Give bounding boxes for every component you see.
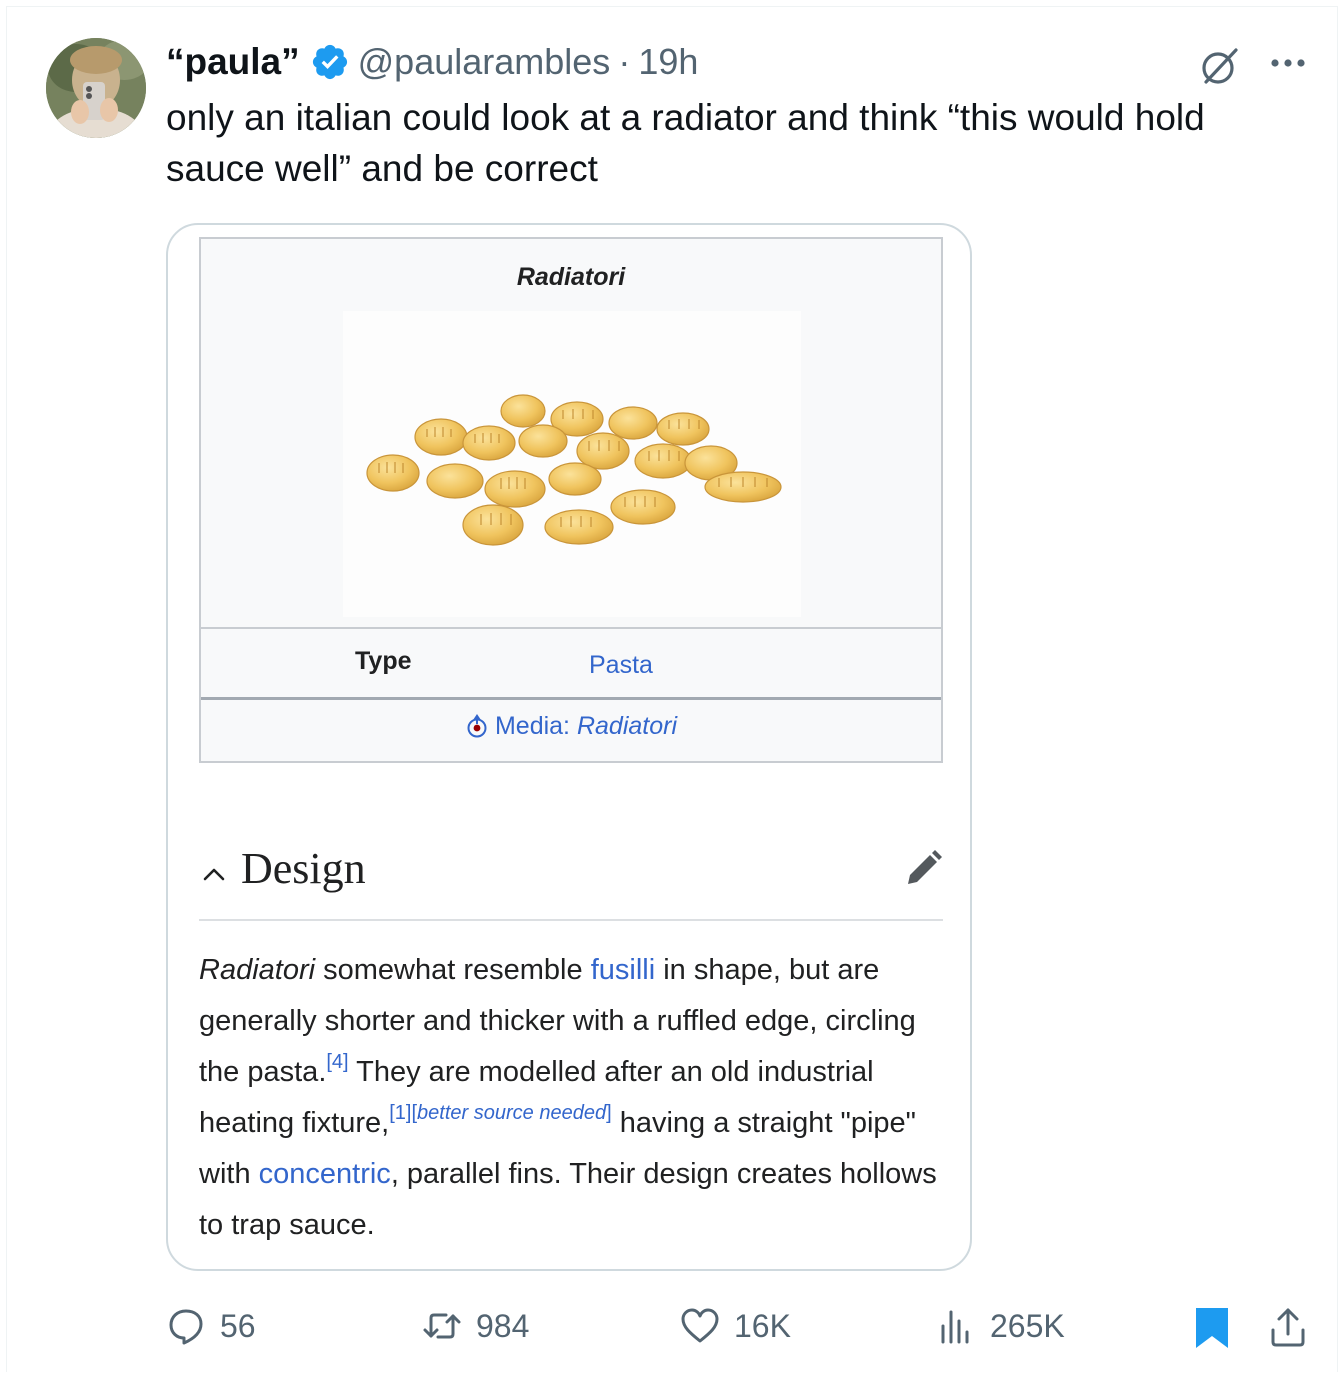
like-button[interactable]: 16K <box>680 1306 791 1346</box>
views-count: 265K <box>990 1307 1065 1344</box>
media-prefix: Media: <box>494 712 571 740</box>
action-bar: 56 984 16K 265K <box>0 1300 1344 1356</box>
pasta-image <box>343 311 801 617</box>
retweet-button[interactable]: 984 <box>422 1306 529 1346</box>
radiatori-photo <box>366 394 782 546</box>
chevron-up-icon[interactable] <box>199 859 229 889</box>
separator-dot: · <box>618 41 631 82</box>
tweet-text: only an italian could look at a radiator… <box>166 97 1205 189</box>
bsn-text: better source needed <box>417 1102 607 1124</box>
retweet-count: 984 <box>476 1307 530 1344</box>
reply-button[interactable]: 56 <box>166 1306 256 1346</box>
grok-icon[interactable] <box>1198 44 1242 88</box>
section-title: Design <box>241 844 366 893</box>
pencil-icon[interactable] <box>903 849 943 889</box>
verified-icon <box>312 44 347 80</box>
media-value: Radiatori <box>576 712 678 740</box>
avatar-photo <box>46 38 146 138</box>
media-card[interactable]: Radiatori Type Pasta Media: Radiatori De… <box>166 223 972 1271</box>
reply-count: 56 <box>220 1307 256 1344</box>
infobox-title: Radiatori <box>516 263 626 291</box>
media-link[interactable]: Media: Radiatori <box>201 712 941 741</box>
paragraph-text-1: somewhat resemble <box>315 954 591 986</box>
retweet-icon <box>423 1313 461 1339</box>
views-icon <box>941 1310 969 1344</box>
bookmark-icon[interactable] <box>1192 1306 1232 1350</box>
infobox-type-row: Type Pasta <box>201 627 941 697</box>
reference-1[interactable]: [1] <box>389 1102 411 1124</box>
avatar[interactable] <box>46 38 146 138</box>
views-button[interactable]: 265K <box>936 1306 1065 1346</box>
display-name[interactable]: “paula” <box>166 41 300 83</box>
tweet-header: “paula” @paularambles · 19h <box>166 38 698 86</box>
wiki-infobox: Radiatori Type Pasta Media: Radiatori <box>199 237 943 763</box>
infobox-media-row: Media: Radiatori <box>201 697 941 761</box>
commons-icon <box>467 714 487 738</box>
user-handle[interactable]: @paularambles <box>358 41 611 83</box>
more-icon[interactable] <box>1266 46 1310 80</box>
timestamp[interactable]: 19h <box>638 41 698 83</box>
paragraph-italic-term: Radiatori <box>199 954 316 986</box>
better-source-needed-tag[interactable]: [better source needed] <box>411 1102 611 1124</box>
like-icon <box>681 1308 719 1343</box>
reply-icon <box>169 1309 203 1345</box>
section-paragraph: Radiatori somewhat resemble fusilli in s… <box>199 945 943 1251</box>
infobox-type-link[interactable]: Pasta <box>589 651 653 680</box>
concentric-link[interactable]: concentric <box>259 1158 391 1190</box>
reference-4[interactable]: [4] <box>326 1051 348 1073</box>
like-count: 16K <box>734 1307 791 1344</box>
section-heading[interactable]: Design <box>199 837 943 921</box>
infobox-type-label: Type <box>355 647 412 675</box>
fusilli-link[interactable]: fusilli <box>591 954 655 986</box>
share-icon[interactable] <box>1268 1306 1308 1348</box>
